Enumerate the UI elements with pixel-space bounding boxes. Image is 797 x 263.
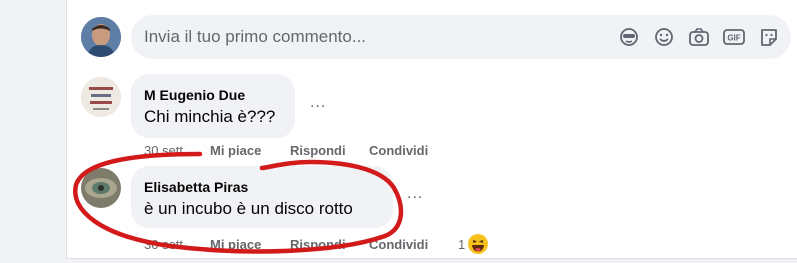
gif-icon[interactable]: GIF <box>722 26 746 48</box>
camera-icon[interactable] <box>687 26 711 48</box>
comment-timestamp[interactable]: 30 sett <box>144 143 210 158</box>
comment-bubble: M Eugenio Due Chi minchia è??? <box>131 74 295 138</box>
comment-input[interactable]: Invia il tuo primo commento... <box>144 27 366 47</box>
share-button[interactable]: Condividi <box>369 237 428 252</box>
laughing-emoji-icon <box>468 234 489 254</box>
like-button[interactable]: Mi piace <box>210 237 290 252</box>
reaction-summary[interactable]: 1 <box>458 233 489 255</box>
reaction-count: 1 <box>458 236 466 252</box>
share-button[interactable]: Condividi <box>369 143 428 158</box>
like-button[interactable]: Mi piace <box>210 143 290 158</box>
comment-author[interactable]: Elisabetta Piras <box>144 179 248 195</box>
comment-bubble: Elisabetta Piras è un incubo è un disco … <box>131 166 393 228</box>
comment-composer[interactable]: Invia il tuo primo commento... GIF <box>131 15 791 59</box>
avatar-sticker-icon[interactable] <box>617 26 641 48</box>
comment-more-options-button[interactable]: ... <box>407 186 431 203</box>
commenter-avatar[interactable] <box>81 77 121 117</box>
reply-button[interactable]: Rispondi <box>290 237 369 252</box>
current-user-avatar[interactable] <box>81 17 121 57</box>
reply-button[interactable]: Rispondi <box>290 143 369 158</box>
comment-text: Chi minchia è??? <box>144 107 276 126</box>
comment-actions: 30 sett Mi piace Rispondi Condividi <box>144 237 428 252</box>
commenter-avatar[interactable] <box>81 168 121 208</box>
emoji-icon[interactable] <box>652 26 676 48</box>
comment-actions: 30 sett Mi piace Rispondi Condividi <box>144 143 428 158</box>
sticker-icon[interactable] <box>757 26 781 48</box>
comment-timestamp[interactable]: 30 sett <box>144 237 210 252</box>
comment-text: è un incubo è un disco rotto <box>144 199 353 218</box>
svg-text:GIF: GIF <box>727 34 740 43</box>
comment-author[interactable]: M Eugenio Due <box>144 87 245 103</box>
comment-more-options-button[interactable]: ... <box>310 95 334 112</box>
